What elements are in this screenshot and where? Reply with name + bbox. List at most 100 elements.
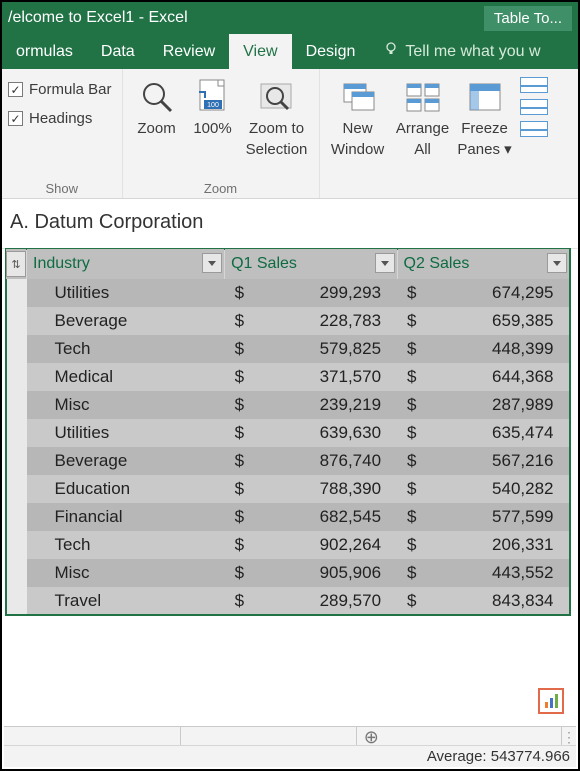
cell-q1-currency[interactable]: $ — [225, 559, 245, 587]
cell-q2-currency[interactable]: $ — [397, 363, 417, 391]
col-q2[interactable]: Q2 Sales — [397, 249, 569, 279]
cell-q1-value[interactable]: 788,390 — [245, 475, 397, 503]
zoom-button[interactable]: Zoom — [129, 75, 185, 158]
table-row[interactable]: Financial$682,545$577,599 — [6, 503, 570, 531]
formula-bar-checkbox[interactable]: ✓ Formula Bar — [8, 81, 112, 98]
tab-data[interactable]: Data — [87, 34, 149, 69]
cell-industry[interactable]: Medical — [27, 363, 225, 391]
col-q1[interactable]: Q1 Sales — [225, 249, 397, 279]
cell-q2-currency[interactable]: $ — [397, 559, 417, 587]
table-row[interactable]: Beverage$228,783$659,385 — [6, 307, 570, 335]
table-row[interactable]: Travel$289,570$843,834 — [6, 587, 570, 615]
cell-q2-value[interactable]: 443,552 — [417, 559, 569, 587]
cell-q2-currency[interactable]: $ — [397, 503, 417, 531]
cell-q1-value[interactable]: 682,545 — [245, 503, 397, 531]
cell-q2-currency[interactable]: $ — [397, 335, 417, 363]
data-table[interactable]: ⇅ Industry Q1 Sales Q2 Sales Utilities$2… — [6, 249, 570, 615]
cell-q1-currency[interactable]: $ — [225, 447, 245, 475]
filter-button-industry[interactable] — [202, 253, 222, 273]
tab-formulas[interactable]: ormulas — [2, 34, 87, 69]
cell-q1-currency[interactable]: $ — [225, 587, 245, 615]
sort-handle-cell[interactable]: ⇅ — [6, 249, 27, 279]
cell-q1-value[interactable]: 639,630 — [245, 419, 397, 447]
arrange-all-l2: All — [414, 142, 431, 159]
page-title[interactable]: A. Datum Corporation — [2, 199, 578, 249]
cell-q1-value[interactable]: 239,219 — [245, 391, 397, 419]
filter-button-q2[interactable] — [547, 253, 567, 273]
cell-industry[interactable]: Misc — [27, 391, 225, 419]
cell-q2-value[interactable]: 644,368 — [417, 363, 569, 391]
table-row[interactable]: Medical$371,570$644,368 — [6, 363, 570, 391]
table-row[interactable]: Utilities$639,630$635,474 — [6, 419, 570, 447]
cell-q1-value[interactable]: 579,825 — [245, 335, 397, 363]
cell-q2-currency[interactable]: $ — [397, 531, 417, 559]
cell-q1-currency[interactable]: $ — [225, 503, 245, 531]
cell-industry[interactable]: Beverage — [27, 447, 225, 475]
cell-industry[interactable]: Misc — [27, 559, 225, 587]
filter-button-q1[interactable] — [375, 253, 395, 273]
cell-q2-currency[interactable]: $ — [397, 307, 417, 335]
zoom-to-selection-button[interactable]: Zoom to Selection — [241, 75, 313, 158]
cell-industry[interactable]: Tech — [27, 335, 225, 363]
cell-q1-value[interactable]: 299,293 — [245, 279, 397, 307]
cell-q1-currency[interactable]: $ — [225, 419, 245, 447]
cell-q2-currency[interactable]: $ — [397, 391, 417, 419]
unhide-icon — [520, 121, 548, 137]
new-window-button[interactable]: New Window — [326, 75, 390, 158]
cell-q1-currency[interactable]: $ — [225, 307, 245, 335]
cell-q1-value[interactable]: 289,570 — [245, 587, 397, 615]
row-stub — [6, 447, 27, 475]
cell-q1-value[interactable]: 902,264 — [245, 531, 397, 559]
zoom-100-button[interactable]: 100 100% — [187, 75, 239, 158]
col-industry[interactable]: Industry — [27, 249, 225, 279]
cell-q1-currency[interactable]: $ — [225, 391, 245, 419]
cell-q2-value[interactable]: 635,474 — [417, 419, 569, 447]
arrange-all-button[interactable]: Arrange All — [392, 75, 454, 158]
cell-q1-value[interactable]: 876,740 — [245, 447, 397, 475]
tab-design[interactable]: Design — [292, 34, 370, 69]
cell-q2-currency[interactable]: $ — [397, 279, 417, 307]
cell-q2-currency[interactable]: $ — [397, 447, 417, 475]
table-row[interactable]: Misc$905,906$443,552 — [6, 559, 570, 587]
cell-q2-value[interactable]: 540,282 — [417, 475, 569, 503]
table-row[interactable]: Education$788,390$540,282 — [6, 475, 570, 503]
cell-industry[interactable]: Financial — [27, 503, 225, 531]
freeze-panes-button[interactable]: Freeze Panes ▾ — [456, 75, 514, 158]
cell-q2-value[interactable]: 448,399 — [417, 335, 569, 363]
cell-industry[interactable]: Education — [27, 475, 225, 503]
table-row[interactable]: Beverage$876,740$567,216 — [6, 447, 570, 475]
cell-q1-currency[interactable]: $ — [225, 531, 245, 559]
cell-q2-currency[interactable]: $ — [397, 587, 417, 615]
cell-industry[interactable]: Utilities — [27, 279, 225, 307]
tab-view[interactable]: View — [229, 34, 291, 69]
tell-me-search[interactable]: Tell me what you w — [369, 34, 540, 69]
tab-review[interactable]: Review — [149, 34, 229, 69]
cell-q2-value[interactable]: 567,216 — [417, 447, 569, 475]
quick-analysis-button[interactable] — [538, 688, 564, 714]
cell-q2-value[interactable]: 843,834 — [417, 587, 569, 615]
cell-q1-currency[interactable]: $ — [225, 335, 245, 363]
cell-industry[interactable]: Tech — [27, 531, 225, 559]
cell-q2-currency[interactable]: $ — [397, 475, 417, 503]
table-row[interactable]: Tech$579,825$448,399 — [6, 335, 570, 363]
cell-q1-currency[interactable]: $ — [225, 279, 245, 307]
cell-q2-value[interactable]: 287,989 — [417, 391, 569, 419]
headings-checkbox[interactable]: ✓ Headings — [8, 110, 112, 127]
cell-q2-value[interactable]: 674,295 — [417, 279, 569, 307]
table-row[interactable]: Misc$239,219$287,989 — [6, 391, 570, 419]
cell-q2-value[interactable]: 659,385 — [417, 307, 569, 335]
cell-industry[interactable]: Travel — [27, 587, 225, 615]
cell-industry[interactable]: Beverage — [27, 307, 225, 335]
cell-q2-currency[interactable]: $ — [397, 419, 417, 447]
table-row[interactable]: Utilities$299,293$674,295 — [6, 279, 570, 307]
cell-q1-value[interactable]: 905,906 — [245, 559, 397, 587]
window-extra-buttons[interactable] — [516, 75, 548, 158]
cell-q1-currency[interactable]: $ — [225, 363, 245, 391]
table-row[interactable]: Tech$902,264$206,331 — [6, 531, 570, 559]
cell-industry[interactable]: Utilities — [27, 419, 225, 447]
cell-q2-value[interactable]: 206,331 — [417, 531, 569, 559]
cell-q1-value[interactable]: 228,783 — [245, 307, 397, 335]
cell-q2-value[interactable]: 577,599 — [417, 503, 569, 531]
cell-q1-currency[interactable]: $ — [225, 475, 245, 503]
cell-q1-value[interactable]: 371,570 — [245, 363, 397, 391]
